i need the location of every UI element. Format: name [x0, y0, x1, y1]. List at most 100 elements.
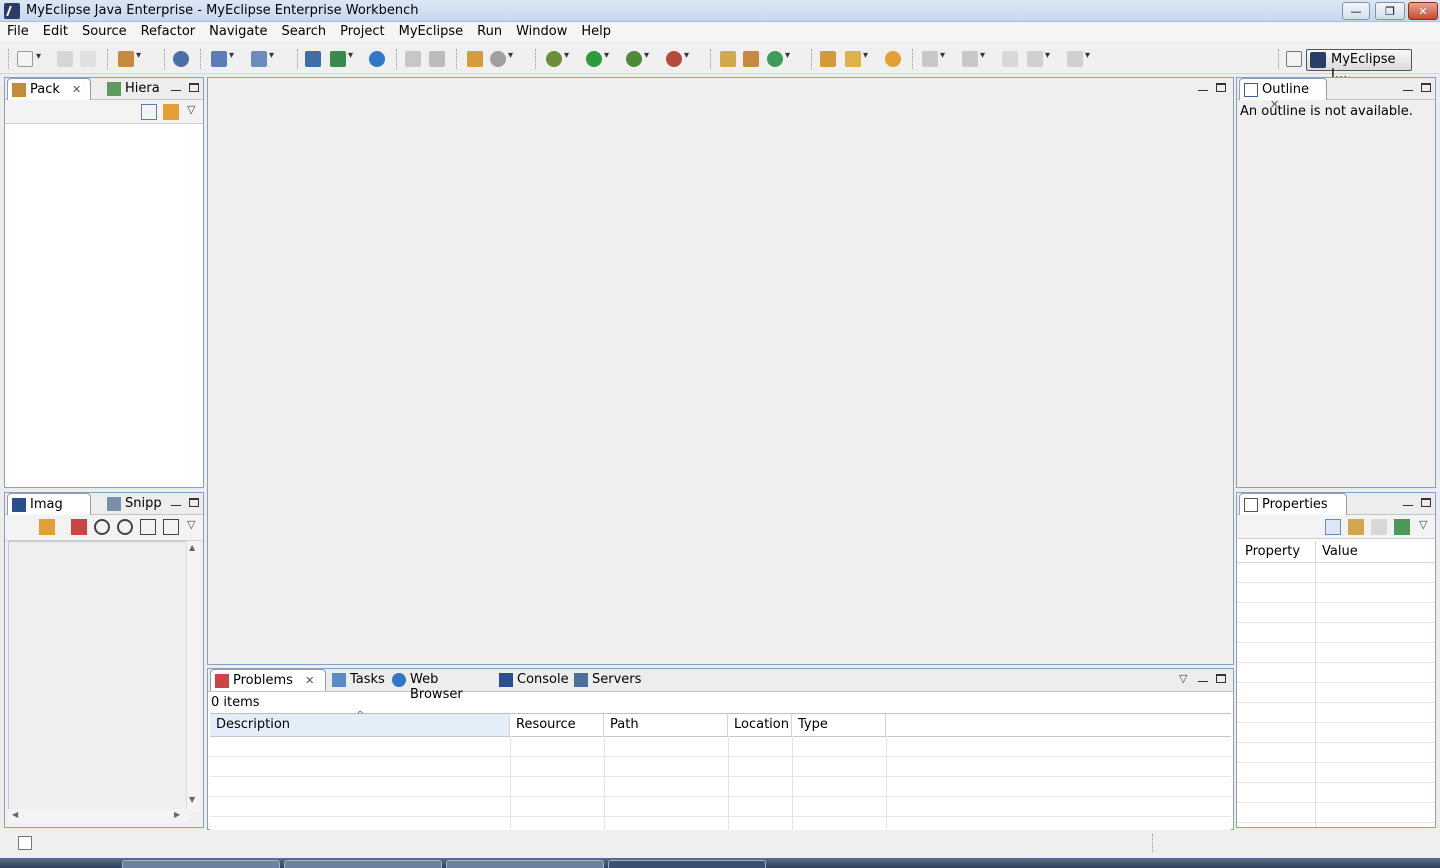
menu-navigate[interactable]: Navigate — [202, 22, 274, 42]
new-interface-icon[interactable] — [767, 50, 790, 67]
history-icon[interactable] — [429, 51, 445, 67]
tab-outline[interactable]: Outline ✕ — [1239, 78, 1327, 111]
profile-icon[interactable] — [666, 50, 689, 67]
maximize-view-button[interactable] — [189, 83, 199, 92]
menu-source[interactable]: Source — [75, 22, 134, 42]
menu-project[interactable]: Project — [333, 22, 391, 42]
view-menu-icon[interactable]: ▽ — [187, 103, 195, 116]
tab-tasks[interactable]: Tasks — [328, 669, 386, 691]
menu-myeclipse[interactable]: MyEclipse — [392, 22, 471, 42]
print-icon[interactable] — [80, 51, 96, 67]
column-property[interactable]: Property — [1245, 544, 1300, 559]
external-tools-icon[interactable] — [490, 50, 513, 67]
minimize-window-button[interactable]: — — [1342, 2, 1370, 20]
open-perspective-icon[interactable] — [1286, 51, 1302, 67]
menu-run[interactable]: Run — [470, 22, 509, 42]
task-icon[interactable] — [467, 51, 483, 67]
forward-icon[interactable] — [1067, 50, 1090, 67]
tab-servers[interactable]: Servers — [570, 669, 641, 691]
menu-search[interactable]: Search — [274, 22, 333, 42]
maximize-view-button[interactable] — [1421, 498, 1431, 507]
minimize-editor-button[interactable] — [1198, 81, 1208, 91]
menu-edit[interactable]: Edit — [36, 22, 75, 42]
zoom-out-icon[interactable] — [94, 519, 110, 535]
maximize-editor-button[interactable] — [1216, 83, 1226, 92]
scroll-up-icon[interactable]: ▲ — [189, 543, 195, 552]
restore-window-button[interactable]: ❐ — [1375, 2, 1405, 20]
column-path[interactable]: Path — [604, 714, 728, 736]
close-icon[interactable]: ✕ — [72, 83, 81, 96]
taskbar-button[interactable] — [122, 860, 280, 868]
show-advanced-icon[interactable] — [1348, 519, 1364, 535]
maximize-view-button[interactable] — [189, 498, 199, 507]
minimize-view-button[interactable] — [1403, 81, 1413, 91]
tab-image-viewer[interactable]: Imag ✕ — [7, 493, 91, 526]
menu-file[interactable]: File — [0, 22, 36, 42]
fit-image-icon[interactable] — [163, 519, 179, 535]
prev-edit-icon[interactable] — [405, 51, 421, 67]
open-folder-icon[interactable] — [820, 51, 836, 67]
horizontal-scrollbar[interactable]: ◀ ▶ — [8, 809, 188, 823]
editor-area[interactable] — [207, 77, 1234, 665]
column-location[interactable]: Location — [728, 714, 792, 736]
tab-web-browser[interactable]: Web Browser — [388, 669, 494, 702]
server-icon[interactable] — [173, 51, 189, 67]
run-icon[interactable] — [586, 50, 609, 67]
last-edit-icon[interactable] — [1002, 51, 1018, 67]
column-type[interactable]: Type — [792, 714, 886, 736]
new-icon[interactable] — [17, 51, 41, 67]
restore-default-icon[interactable] — [1371, 519, 1387, 535]
menu-help[interactable]: Help — [574, 22, 618, 42]
fast-view-icon[interactable] — [18, 836, 32, 850]
link-with-editor-icon[interactable] — [163, 104, 179, 120]
minimize-view-button[interactable] — [171, 81, 181, 91]
tab-package-explorer[interactable]: Pack ✕ — [7, 78, 91, 100]
vertical-scrollbar[interactable]: ▲ ▼ — [186, 541, 200, 811]
run-server-icon[interactable] — [330, 50, 353, 67]
maximize-view-button[interactable] — [1421, 83, 1431, 92]
back-icon[interactable] — [1027, 50, 1050, 67]
open-icon[interactable] — [885, 51, 901, 67]
minimize-view-button[interactable] — [1198, 672, 1208, 682]
column-description[interactable]: Description ^ — [210, 710, 510, 736]
clear-image-icon[interactable] — [71, 519, 87, 535]
scroll-left-icon[interactable]: ◀ — [12, 810, 18, 819]
open-type-icon[interactable] — [211, 50, 234, 67]
pen-icon[interactable] — [845, 50, 868, 67]
view-menu-icon[interactable]: ▽ — [1179, 672, 1187, 685]
taskbar-button[interactable] — [284, 860, 442, 868]
minimize-view-button[interactable] — [171, 496, 181, 506]
next-annotation-icon[interactable] — [922, 50, 945, 67]
prev-annotation-icon[interactable] — [962, 50, 985, 67]
scroll-right-icon[interactable]: ▶ — [174, 810, 180, 819]
minimize-view-button[interactable] — [1403, 496, 1413, 506]
new-package-icon[interactable] — [720, 51, 736, 67]
link-icon[interactable] — [39, 519, 55, 535]
perspective-button[interactable]: MyEclipse J... — [1306, 49, 1412, 82]
zoom-in-icon[interactable] — [117, 519, 133, 535]
debug-icon[interactable] — [546, 50, 569, 67]
taskbar-button[interactable] — [608, 860, 766, 868]
column-resource[interactable]: Resource — [510, 714, 604, 736]
tab-problems[interactable]: Problems ✕ — [210, 669, 326, 691]
close-icon[interactable]: ✕ — [305, 674, 314, 687]
close-window-button[interactable]: ✕ — [1408, 2, 1438, 20]
taskbar-button[interactable] — [446, 860, 604, 868]
show-categories-icon[interactable] — [1325, 519, 1341, 535]
pin-icon[interactable] — [1394, 519, 1410, 535]
deploy-icon[interactable] — [305, 51, 321, 67]
myeclipse-app-icon[interactable] — [4, 3, 20, 19]
save-icon[interactable] — [57, 51, 73, 67]
maximize-view-button[interactable] — [1216, 674, 1226, 683]
view-menu-icon[interactable]: ▽ — [187, 518, 195, 531]
tab-properties[interactable]: Properties ✕ — [1239, 493, 1347, 526]
new-class-icon[interactable] — [743, 51, 759, 67]
column-value[interactable]: Value — [1322, 544, 1358, 559]
run-last-icon[interactable] — [626, 50, 649, 67]
new-project-icon[interactable] — [118, 50, 141, 67]
actual-size-icon[interactable] — [140, 519, 156, 535]
scroll-down-icon[interactable]: ▼ — [189, 795, 195, 804]
tab-snippets[interactable]: Snipp — [103, 493, 165, 515]
globe-icon[interactable] — [369, 51, 385, 67]
search-icon[interactable] — [251, 50, 274, 67]
